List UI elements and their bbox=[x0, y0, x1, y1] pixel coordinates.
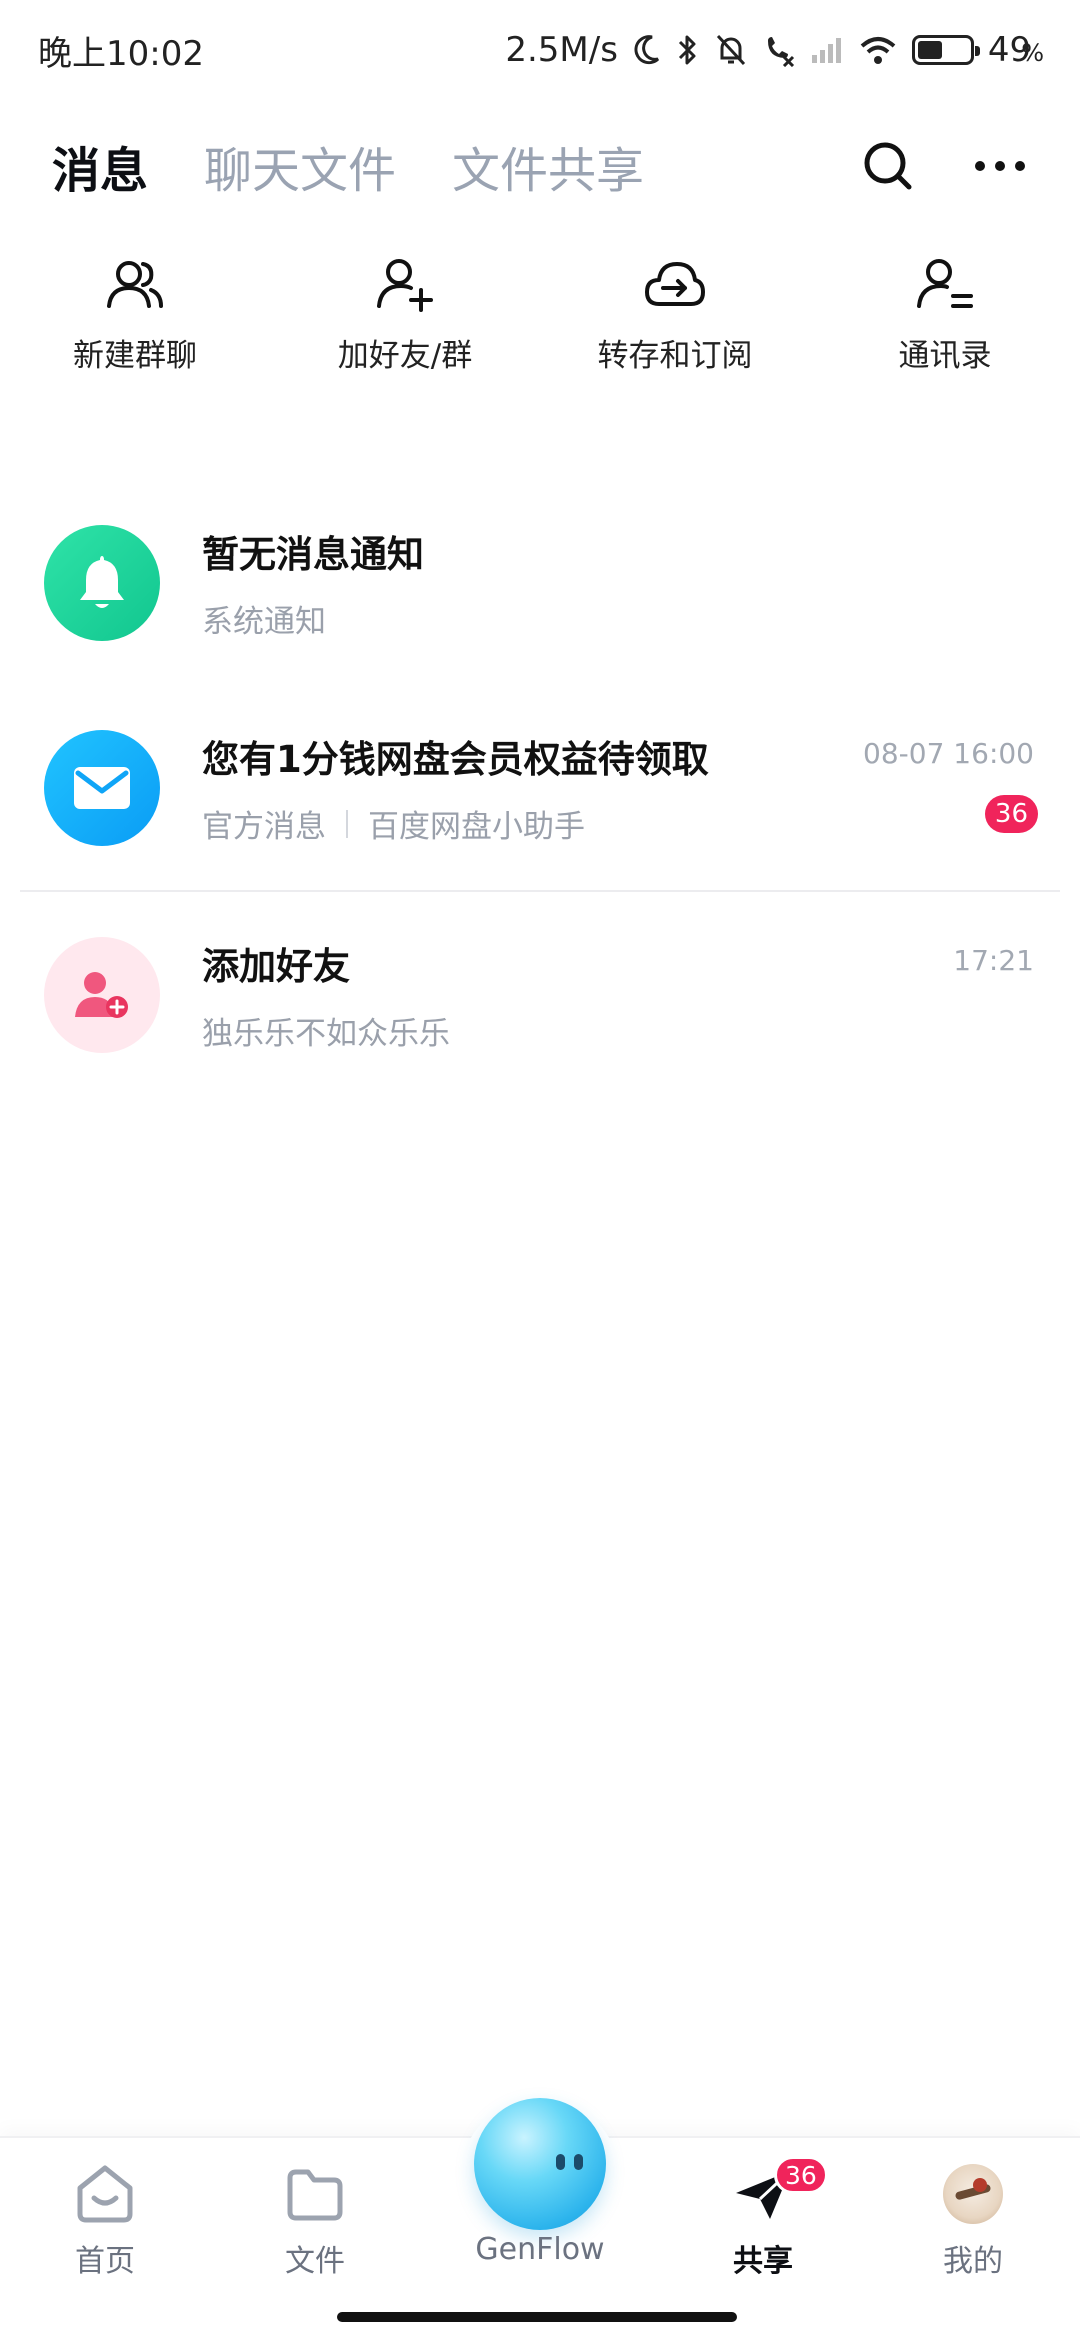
list-item-title: 添加好友 bbox=[202, 945, 350, 988]
bottom-nav: 首页 文件 GenFlow 36 共享 我的 bbox=[0, 2098, 1080, 2340]
genflow-assistant-icon[interactable] bbox=[474, 2098, 606, 2230]
search-button[interactable] bbox=[860, 138, 916, 194]
list-item-subtitle: 系统通知 bbox=[202, 604, 326, 640]
nav-label: GenFlow bbox=[475, 2232, 605, 2267]
message-list: 暂无消息通知 系统通知 您有1分钱网盘会员权益待领取 官方消息 百度网盘小助手 … bbox=[0, 480, 1080, 1097]
home-indicator bbox=[337, 2312, 737, 2322]
quick-action-label: 新建群聊 bbox=[73, 338, 197, 374]
tab-file-sharing[interactable]: 文件共享 bbox=[452, 131, 644, 201]
list-item-time: 08-07 16:00 bbox=[863, 737, 1034, 770]
list-item-subtitle: 独乐乐不如众乐乐 bbox=[202, 1016, 450, 1052]
more-dots-icon bbox=[975, 161, 1025, 171]
add-user-icon bbox=[75, 971, 128, 1018]
list-item-body: 暂无消息通知 系统通知 bbox=[202, 524, 1080, 641]
nav-badge: 36 bbox=[774, 2156, 828, 2194]
mail-icon bbox=[74, 766, 130, 809]
search-icon bbox=[864, 142, 912, 190]
add-friend-icon bbox=[377, 259, 433, 312]
transfer-subscribe-button[interactable]: 转存和订阅 bbox=[540, 252, 810, 382]
message-source: 官方消息 bbox=[202, 809, 326, 845]
share-messages-screen: 晚上10:02 2.5M/s 49% 消息 聊天文件 文件共享 新建群聊 加好友… bbox=[0, 0, 1080, 2340]
status-icons: 2.5M/s 49% bbox=[505, 30, 1044, 70]
network-speed: 2.5M/s bbox=[505, 30, 618, 70]
more-button[interactable] bbox=[972, 138, 1028, 194]
contacts-icon bbox=[917, 259, 973, 308]
list-item-body: 添加好友 独乐乐不如众乐乐 bbox=[202, 936, 1080, 1053]
quick-action-label: 通讯录 bbox=[898, 338, 992, 374]
tab-chat-files[interactable]: 聊天文件 bbox=[204, 131, 396, 201]
moon-icon bbox=[634, 35, 659, 65]
add-friend-group-button[interactable]: 加好友/群 bbox=[270, 252, 540, 382]
wifi-icon bbox=[860, 37, 896, 64]
top-tabs: 消息 聊天文件 文件共享 bbox=[0, 118, 1080, 214]
battery-icon bbox=[911, 35, 980, 65]
call-blocked-icon bbox=[767, 37, 794, 67]
message-sender: 百度网盘小助手 bbox=[368, 809, 585, 845]
top-actions bbox=[860, 138, 1028, 194]
list-item-system-notice[interactable]: 暂无消息通知 系统通知 bbox=[0, 480, 1080, 685]
status-time: 晚上10:02 bbox=[38, 33, 204, 74]
list-item-title: 暂无消息通知 bbox=[202, 533, 424, 576]
nav-label: 共享 bbox=[733, 2244, 793, 2279]
status-bar: 晚上10:02 2.5M/s 49% bbox=[0, 0, 1080, 100]
new-group-chat-button[interactable]: 新建群聊 bbox=[0, 252, 270, 382]
nav-label: 首页 bbox=[75, 2244, 135, 2279]
nav-share[interactable]: 36 共享 bbox=[688, 2156, 838, 2280]
quick-action-label: 转存和订阅 bbox=[597, 338, 753, 374]
mute-bell-icon bbox=[716, 34, 746, 66]
nav-me[interactable]: 我的 bbox=[898, 2162, 1048, 2280]
bell-avatar bbox=[44, 524, 160, 641]
nav-genflow[interactable]: GenFlow bbox=[465, 2232, 615, 2267]
nav-label: 文件 bbox=[285, 2244, 345, 2279]
add-user-avatar bbox=[44, 936, 160, 1053]
profile-avatar bbox=[943, 2164, 1003, 2224]
mail-avatar bbox=[44, 729, 160, 846]
signal-icon bbox=[811, 38, 841, 63]
nav-files[interactable]: 文件 bbox=[240, 2162, 390, 2280]
list-item-time: 17:21 bbox=[953, 944, 1034, 977]
bell-icon bbox=[80, 555, 124, 608]
subtitle-divider bbox=[346, 809, 348, 838]
cloud-transfer-icon bbox=[645, 262, 705, 306]
group-chat-icon bbox=[107, 261, 163, 308]
list-item-official-message[interactable]: 您有1分钱网盘会员权益待领取 官方消息 百度网盘小助手 08-07 16:00 … bbox=[0, 685, 1080, 890]
folder-icon bbox=[287, 2169, 343, 2221]
nav-home[interactable]: 首页 bbox=[30, 2162, 180, 2280]
tab-messages[interactable]: 消息 bbox=[52, 131, 148, 201]
battery-percent: 49% bbox=[987, 30, 1044, 70]
unread-badge: 36 bbox=[984, 795, 1038, 833]
list-item-add-friend[interactable]: 添加好友 独乐乐不如众乐乐 17:21 bbox=[0, 892, 1080, 1097]
quick-action-label: 加好友/群 bbox=[337, 338, 473, 374]
home-icon bbox=[77, 2165, 133, 2223]
nav-label: 我的 bbox=[943, 2244, 1003, 2279]
bluetooth-icon bbox=[678, 35, 696, 65]
quick-actions: 新建群聊 加好友/群 转存和订阅 通讯录 bbox=[0, 252, 1080, 382]
list-item-subtitle: 官方消息 百度网盘小助手 bbox=[202, 801, 1080, 846]
contacts-button[interactable]: 通讯录 bbox=[810, 252, 1080, 382]
